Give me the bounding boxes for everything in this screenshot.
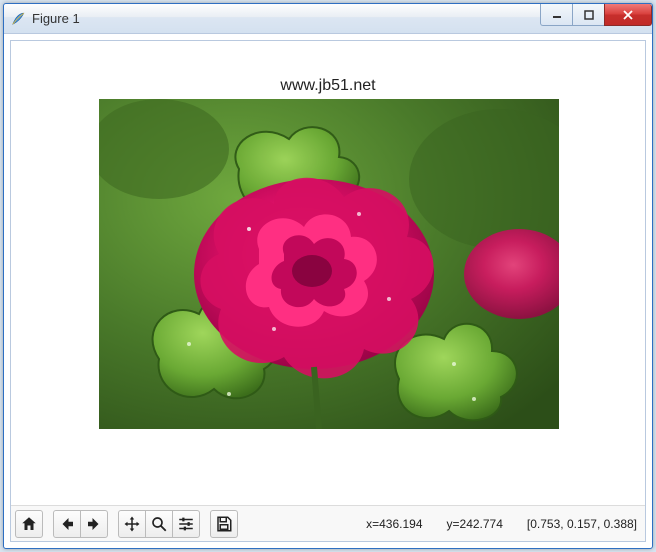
figure-canvas[interactable]: www.jb51.net (11, 41, 645, 505)
client-area: www.jb51.net (10, 40, 646, 542)
toolbar: x=436.194 y=242.774 [0.753, 0.157, 0.388… (11, 505, 645, 541)
minimize-button[interactable] (540, 4, 573, 26)
home-button[interactable] (15, 510, 43, 538)
close-button[interactable] (604, 4, 652, 26)
plot-title: www.jb51.net (280, 77, 375, 95)
save-button[interactable] (210, 510, 238, 538)
back-button[interactable] (53, 510, 81, 538)
plot-image (99, 99, 559, 429)
zoom-button[interactable] (145, 510, 173, 538)
app-icon (10, 11, 26, 27)
cursor-y: y=242.774 (447, 517, 503, 531)
view-group (118, 510, 200, 538)
save-group (210, 510, 238, 538)
titlebar[interactable]: Figure 1 (4, 4, 652, 34)
history-group (53, 510, 108, 538)
maximize-button[interactable] (572, 4, 605, 26)
cursor-x: x=436.194 (366, 517, 422, 531)
forward-button[interactable] (80, 510, 108, 538)
pan-button[interactable] (118, 510, 146, 538)
window-title: Figure 1 (32, 11, 541, 26)
figure-window: Figure 1 www.jb51.net (3, 3, 653, 549)
configure-button[interactable] (172, 510, 200, 538)
nav-group (15, 510, 43, 538)
cursor-rgb: [0.753, 0.157, 0.388] (527, 517, 637, 531)
window-buttons (541, 4, 652, 26)
